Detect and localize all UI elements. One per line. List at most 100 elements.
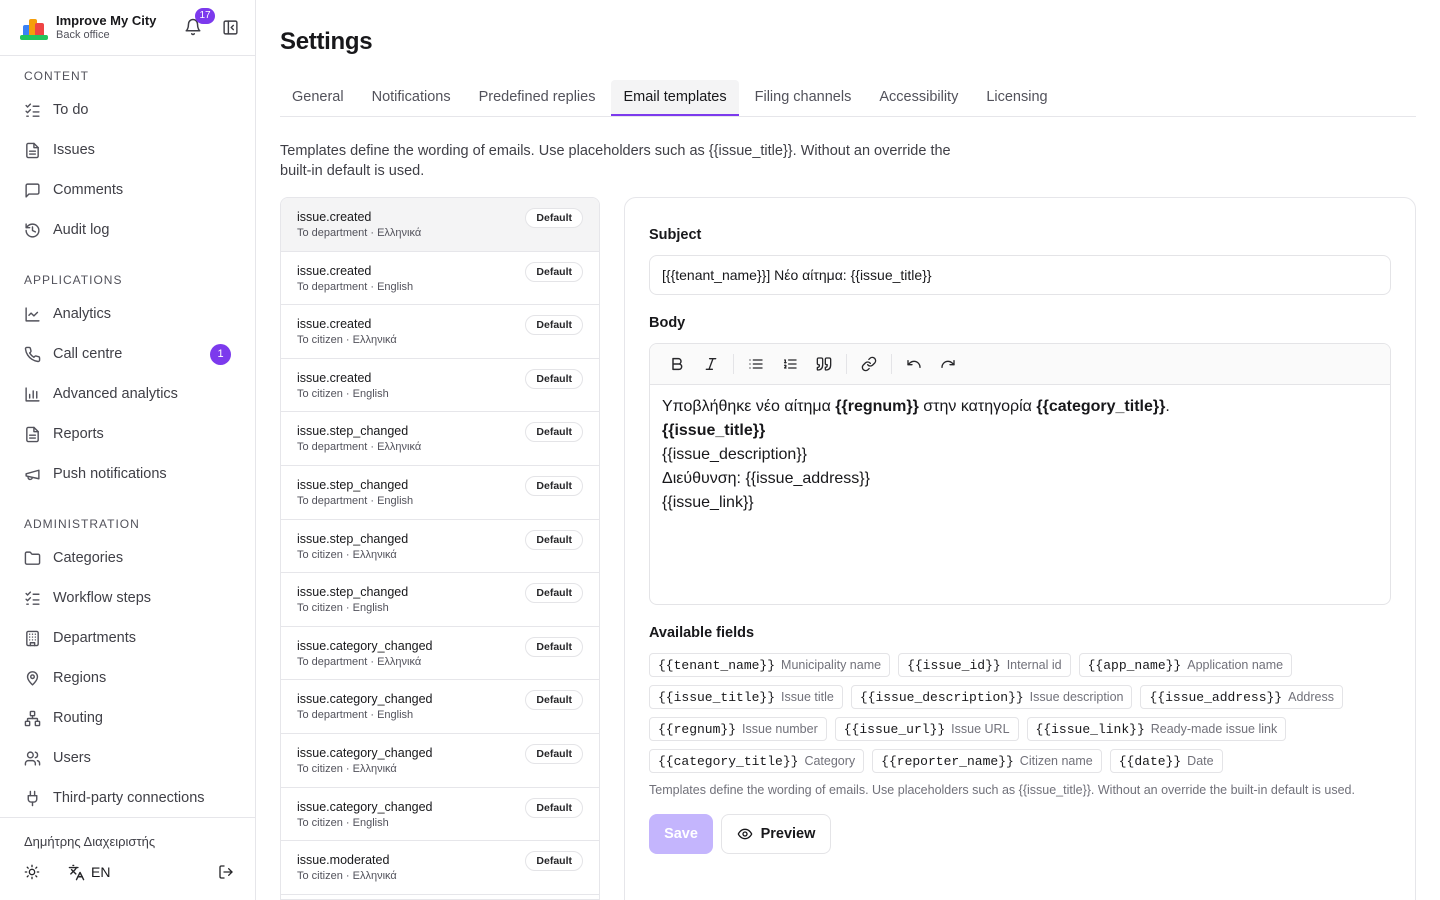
- redo-button[interactable]: [931, 350, 965, 378]
- nav-section-administration: ADMINISTRATION: [24, 517, 140, 531]
- field-chip[interactable]: {{issue_address}} Address: [1140, 685, 1343, 709]
- sidebar-item-call-centre[interactable]: Call centre 1: [0, 334, 255, 374]
- bullet-list-icon: [749, 359, 763, 369]
- field-chip[interactable]: {{app_name}} Application name: [1078, 653, 1293, 677]
- body-line: {{issue_description}}: [662, 446, 807, 463]
- redo-icon: [941, 360, 955, 368]
- field-desc: Issue title: [781, 690, 834, 704]
- nav-section-content: CONTENT: [24, 69, 89, 83]
- template-row[interactable]: issue.created To citizen · Ελληνικά Defaul…: [281, 305, 599, 359]
- quote-icon: [816, 357, 832, 371]
- template-row[interactable]: issue.category_changed To citizen · Engli…: [281, 788, 599, 842]
- sidebar-item-advanced-analytics[interactable]: Advanced analytics: [0, 374, 255, 414]
- translate-icon: [68, 864, 85, 880]
- field-code: {{issue_id}}: [907, 657, 1001, 673]
- sidebar-item-issues[interactable]: Issues: [0, 130, 255, 170]
- save-button[interactable]: Save: [649, 814, 713, 854]
- sun-icon[interactable]: [24, 864, 40, 880]
- sidebar-item-categories[interactable]: Categories: [0, 538, 255, 578]
- current-user-name: Δημήτρης Διαχειριστής: [24, 834, 156, 849]
- body-line: {{issue_link}}: [662, 494, 754, 511]
- bar-chart-icon: [25, 386, 40, 402]
- field-desc: Category: [804, 754, 856, 768]
- tab-notifications[interactable]: Notifications: [360, 80, 463, 116]
- numbered-list-button[interactable]: [773, 350, 807, 378]
- sidebar-item-todo[interactable]: To do: [0, 90, 255, 130]
- template-row[interactable]: issue.created To department · Ελληνικά Def…: [281, 198, 599, 252]
- sidebar-item-regions[interactable]: Regions: [0, 658, 255, 698]
- sidebar-item-third-party-connections[interactable]: Third-party connections: [0, 778, 255, 818]
- field-desc: Application name: [1187, 658, 1284, 672]
- field-chip[interactable]: {{issue_description}} Issue description: [850, 685, 1133, 709]
- tab-accessibility[interactable]: Accessibility: [867, 80, 970, 116]
- sidebar-item-routing[interactable]: Routing: [0, 698, 255, 738]
- template-row[interactable]: issue.category_changed To department · Ελ…: [281, 627, 599, 681]
- default-badge: Default: [525, 475, 583, 496]
- sidebar-item-users[interactable]: Users: [0, 738, 255, 778]
- preview-button[interactable]: Preview: [721, 814, 831, 854]
- default-badge: Default: [525, 208, 583, 228]
- sidebar-item-workflow-steps[interactable]: Workflow steps: [0, 578, 255, 618]
- tab-filing-channels[interactable]: Filing channels: [743, 80, 864, 116]
- sidebar-item-analytics[interactable]: Analytics: [0, 294, 255, 334]
- template-row[interactable]: issue.step_changed To citizen · Ελληνικά D…: [281, 520, 599, 574]
- template-row[interactable]: issue.category_changed To citizen · Ελλην…: [281, 734, 599, 788]
- call-centre-badge: 1: [210, 344, 231, 365]
- sidebar-item-label: Analytics: [53, 306, 112, 322]
- bullet-list-button[interactable]: [739, 350, 773, 378]
- body-text-area[interactable]: Υποβλήθηκε νέο αίτημα {{regnum}} στην κα…: [650, 385, 1390, 525]
- template-row[interactable]: issue.step_changed To citizen · English De…: [281, 573, 599, 627]
- field-desc: Address: [1288, 690, 1334, 704]
- template-row[interactable]: issue.created To department · English Defa…: [281, 252, 599, 306]
- eye-icon: [737, 828, 752, 840]
- field-desc: Ready-made issue link: [1150, 722, 1278, 736]
- undo-button[interactable]: [897, 350, 931, 378]
- field-code: {{issue_description}}: [859, 689, 1024, 705]
- field-chip[interactable]: {{issue_title}} Issue title: [649, 685, 843, 709]
- available-fields-label: Available fields: [649, 625, 755, 641]
- template-row[interactable]: issue.category_changed To department · En…: [281, 680, 599, 734]
- field-desc: Issue URL: [951, 722, 1010, 736]
- sidebar-item-label: Comments: [53, 182, 124, 198]
- sidebar-item-reports[interactable]: Reports: [0, 414, 255, 454]
- link-button[interactable]: [852, 350, 886, 378]
- map-pin-icon: [26, 670, 39, 686]
- field-chip[interactable]: {{issue_id}} Internal id: [898, 653, 1071, 677]
- sidebar: Improve My City Back office 17 CONTENT T…: [0, 0, 256, 900]
- default-badge: Default: [525, 743, 583, 764]
- template-row[interactable]: issue.created To citizen · English Default: [281, 359, 599, 413]
- sidebar-item-label: Users: [53, 750, 91, 766]
- tab-predefined-replies[interactable]: Predefined replies: [467, 80, 608, 116]
- field-chip[interactable]: {{issue_url}} Issue URL: [834, 717, 1019, 741]
- tab-email-templates[interactable]: Email templates: [611, 80, 739, 116]
- field-code: {{category_title}}: [658, 753, 799, 769]
- italic-button[interactable]: [694, 350, 728, 378]
- field-desc: Citizen name: [1019, 754, 1093, 768]
- field-chip[interactable]: {{regnum}} Issue number: [649, 717, 827, 741]
- tab-general[interactable]: General: [280, 80, 356, 116]
- logout-icon[interactable]: [218, 864, 234, 880]
- template-row[interactable]: issue.step_changed To department · Ελληνι…: [281, 412, 599, 466]
- template-list: issue.created To department · Ελληνικά Def…: [280, 197, 600, 900]
- field-chip[interactable]: {{reporter_name}} Citizen name: [872, 749, 1102, 773]
- sidebar-item-departments[interactable]: Departments: [0, 618, 255, 658]
- default-badge: Default: [525, 583, 583, 604]
- subject-input[interactable]: [{{tenant_name}}] Νέο αίτημα: {{issue_ti…: [649, 255, 1391, 295]
- sidebar-item-audit-log[interactable]: Audit log: [0, 210, 255, 250]
- tab-licensing[interactable]: Licensing: [974, 80, 1059, 116]
- field-chip[interactable]: {{issue_link}} Ready-made issue link: [1026, 717, 1287, 741]
- default-badge: Default: [525, 422, 583, 443]
- sidebar-item-comments[interactable]: Comments: [0, 170, 255, 210]
- body-placeholder-bold: {{category_title}}: [1036, 398, 1166, 415]
- quote-button[interactable]: [807, 350, 841, 378]
- field-chip[interactable]: {{date}} Date: [1109, 749, 1223, 773]
- sidebar-item-push-notifications[interactable]: Push notifications: [0, 454, 255, 494]
- language-switcher[interactable]: EN: [68, 864, 110, 881]
- bold-button[interactable]: [660, 350, 694, 378]
- field-chip[interactable]: {{tenant_name}} Municipality name: [649, 653, 891, 677]
- field-chip[interactable]: {{category_title}} Category: [649, 749, 865, 773]
- sidebar-collapse-icon[interactable]: [222, 19, 239, 36]
- template-row[interactable]: issue.moderated To citizen · Ελληνικά Defa…: [281, 841, 599, 895]
- template-row[interactable]: issue.step_changed To department · Englis…: [281, 466, 599, 520]
- folder-icon: [24, 550, 41, 565]
